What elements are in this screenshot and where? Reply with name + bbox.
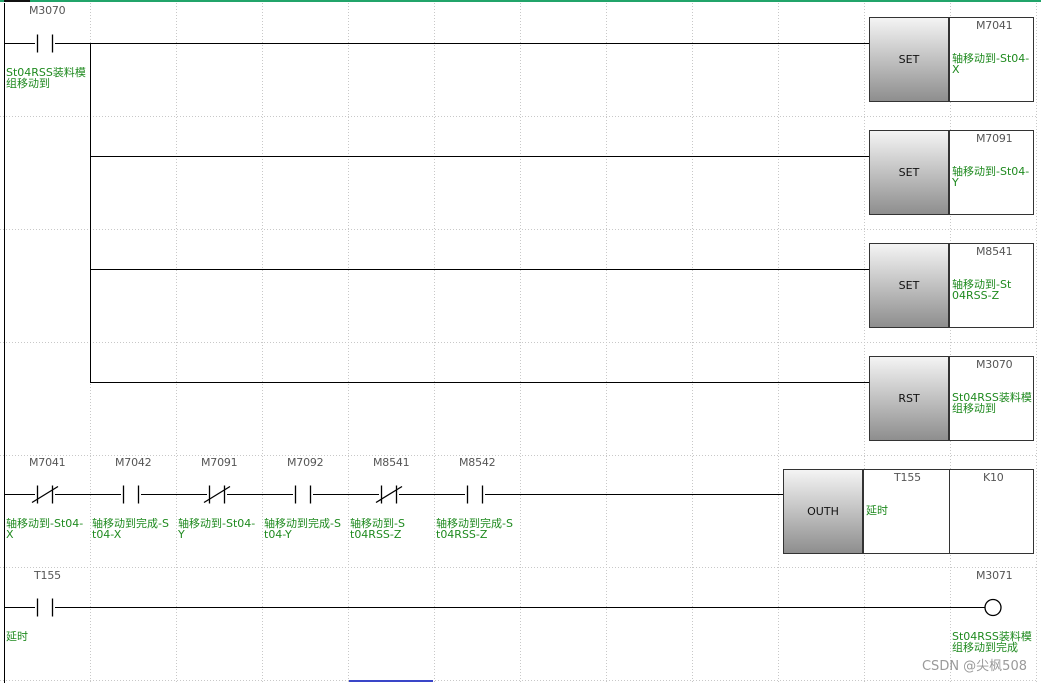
operand-divider (949, 469, 950, 554)
output-device-label: M7091 (976, 132, 1013, 145)
ladder-editor-canvas[interactable] (0, 0, 1041, 683)
contact-comment: 轴移动到-St04RSS-Z (350, 518, 405, 540)
contact-comment: 轴移动到完成-St04-X (92, 518, 169, 540)
output-comment: 轴移动到-St04-X (952, 53, 1030, 75)
set-instruction-box[interactable]: SET (869, 17, 949, 102)
output-comment: 轴移动到-St04-Y (952, 166, 1030, 188)
output-device-label: M8541 (976, 245, 1013, 258)
contact-device-label: M8542 (459, 456, 496, 469)
cursor-highlight (349, 680, 433, 682)
contact-device-label: T155 (34, 569, 61, 582)
contact-device-label: M7042 (115, 456, 152, 469)
set-instruction-box[interactable]: SET (869, 130, 949, 215)
contact-comment: 轴移动到完成-St04-Y (264, 518, 341, 540)
contact-device-label: M7092 (287, 456, 324, 469)
rst-instruction-box[interactable]: RST (869, 356, 949, 441)
contact-device-label: M8541 (373, 456, 410, 469)
output-comment: 轴移动到-St04RSS-Z (952, 279, 1012, 301)
outh-instruction-box[interactable]: OUTH (783, 469, 863, 554)
output-comment: 延时 (866, 505, 888, 516)
contact-device-label: M7091 (201, 456, 238, 469)
contact-comment: 轴移动到-St04-Y (178, 518, 256, 540)
contact-comment: 轴移动到-St04-X (6, 518, 84, 540)
header-marker (4, 0, 30, 2)
coil-device-label: M3071 (976, 569, 1013, 582)
contact-device-label: M7041 (29, 456, 66, 469)
contact-comment: 延时 (6, 631, 28, 642)
timer-device-label: T155 (894, 471, 921, 484)
output-device-label: M7041 (976, 19, 1013, 32)
coil-comment: St04RSS装料模组移动到完成 (952, 631, 1032, 653)
output-device-label: M3070 (976, 358, 1013, 371)
output-comment: St04RSS装料模组移动到 (952, 392, 1032, 414)
set-instruction-box[interactable]: SET (869, 243, 949, 328)
contact-comment: St04RSS装料模组移动到 (6, 67, 86, 89)
timer-constant-label: K10 (983, 471, 1004, 484)
contact-device-label: M3070 (29, 4, 66, 17)
watermark: CSDN @尖枫508 (921, 659, 1027, 674)
ladder-grid (0, 3, 1037, 683)
header-accent-bar (0, 0, 1041, 2)
contact-comment: 轴移动到完成-St04RSS-Z (436, 518, 513, 540)
output-coil-symbol (984, 598, 1002, 617)
